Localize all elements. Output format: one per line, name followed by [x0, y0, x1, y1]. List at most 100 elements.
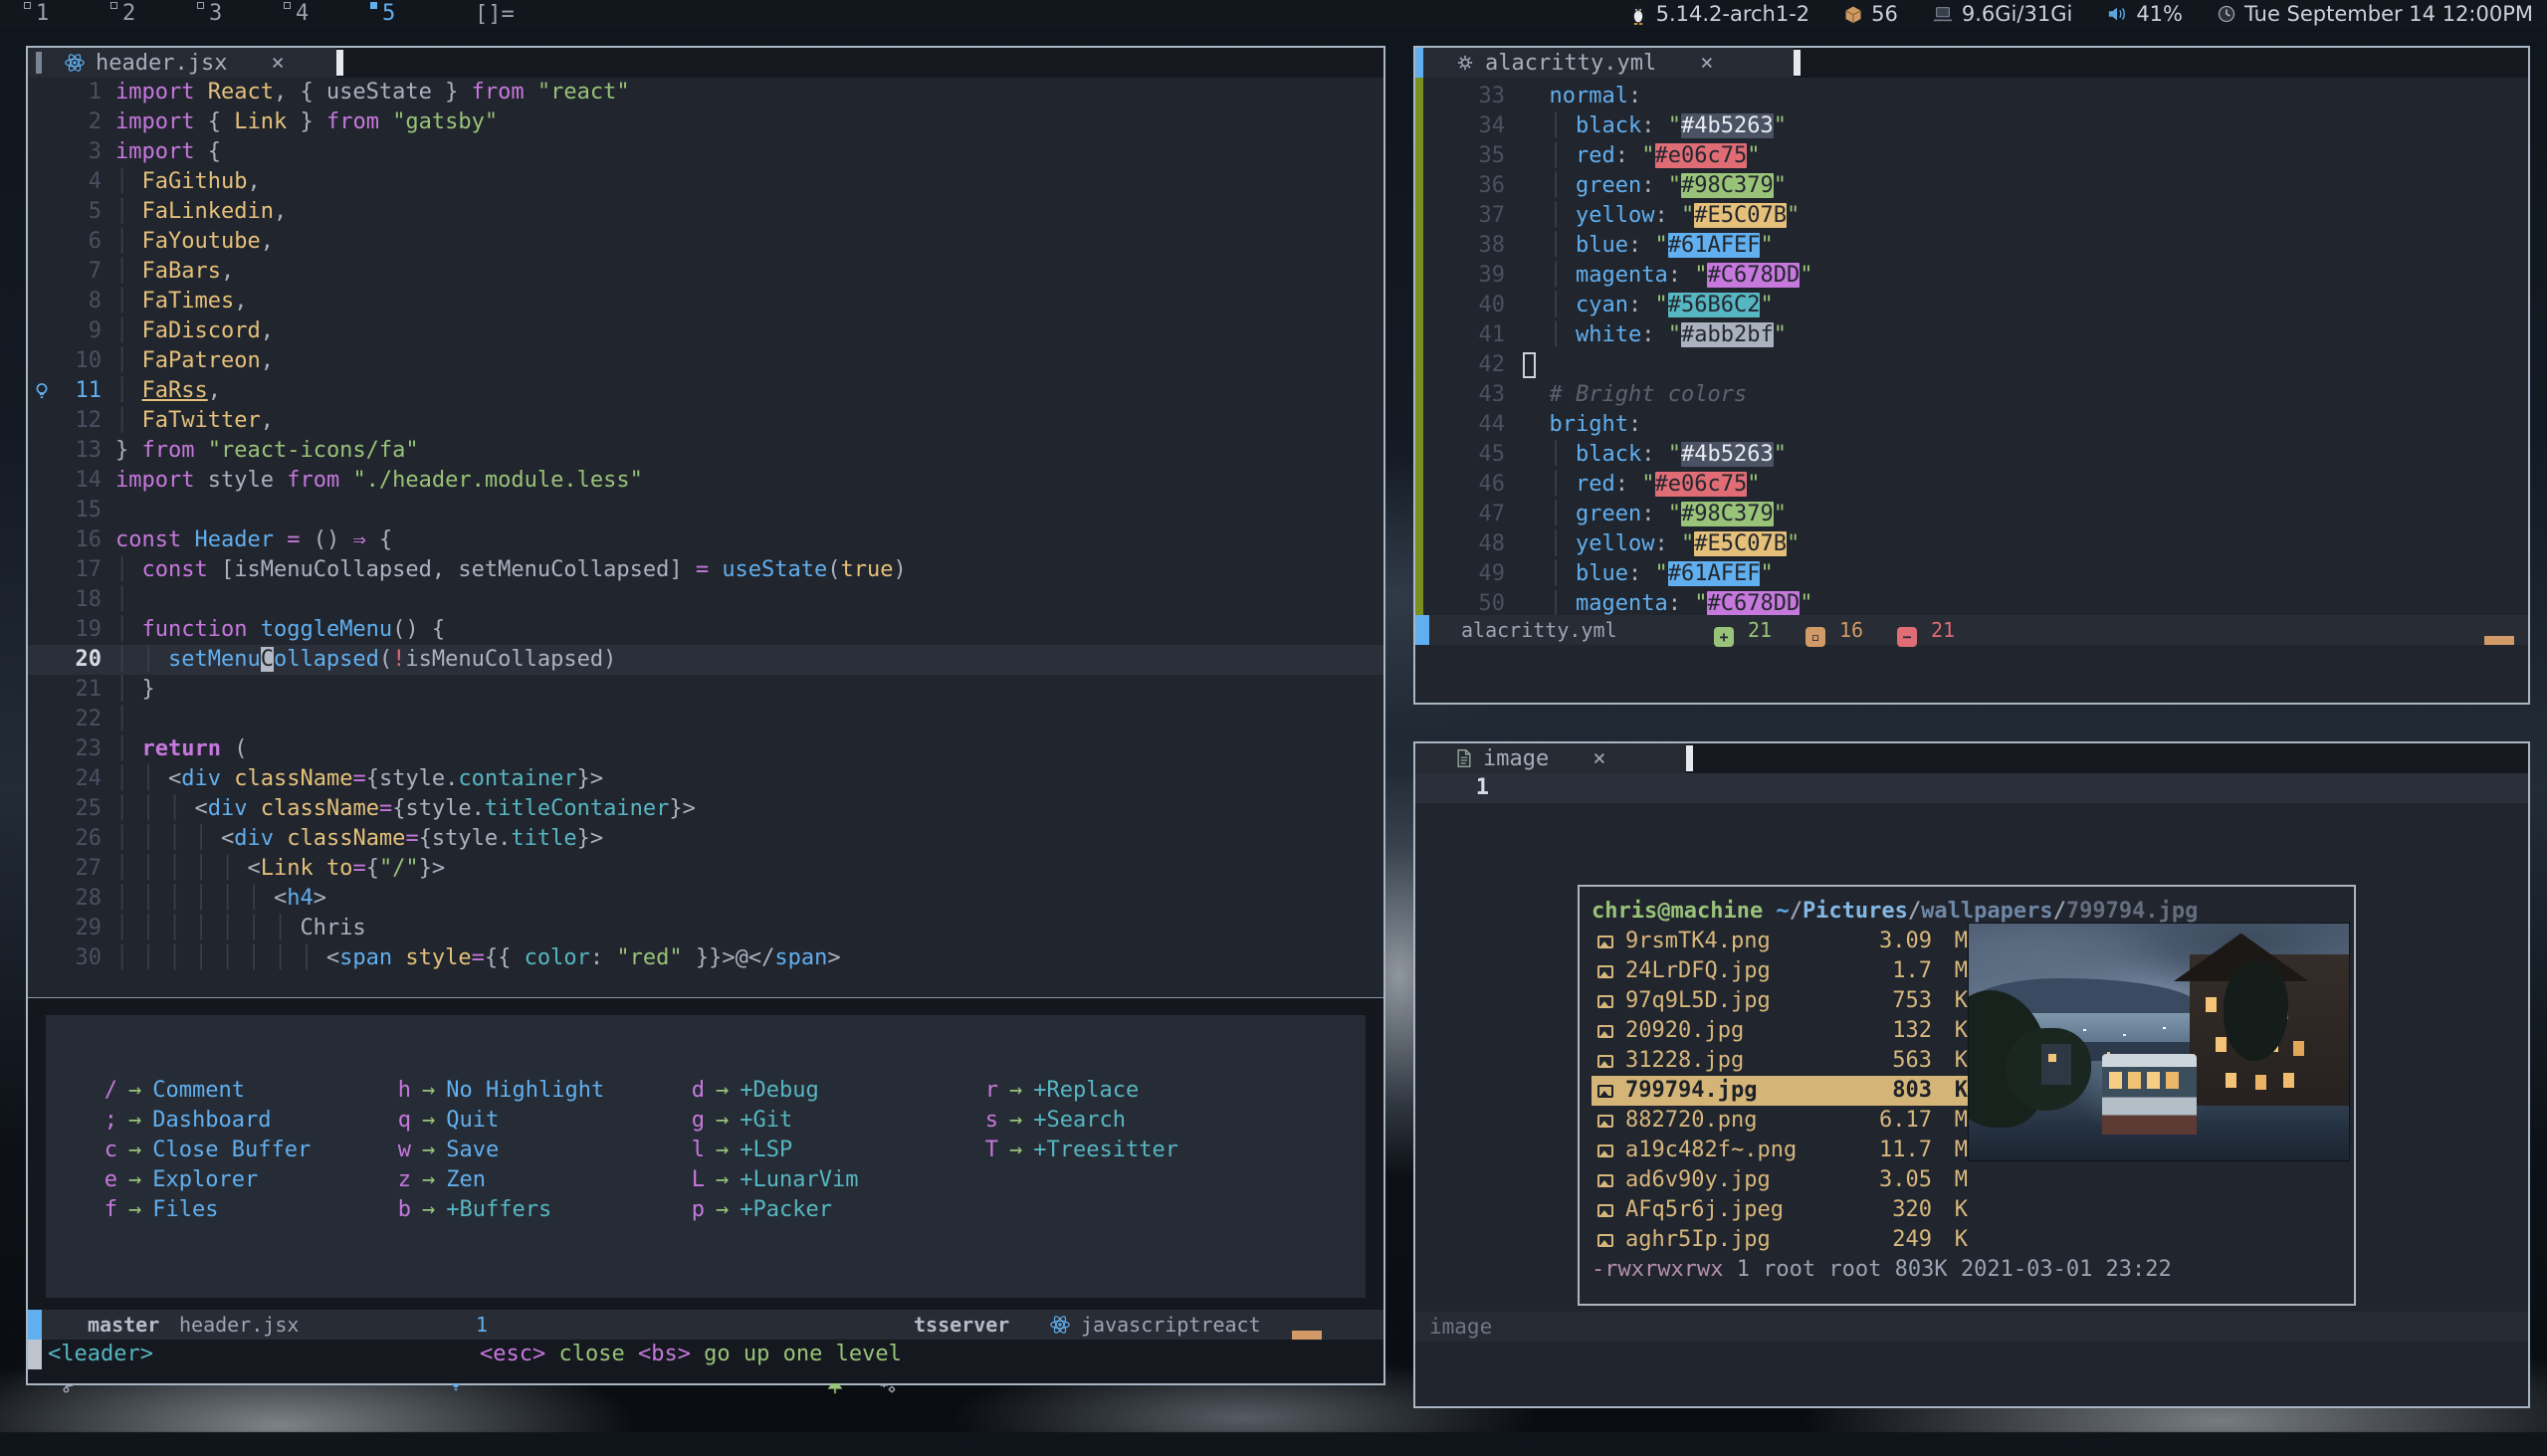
- which-key-popup: /→Comment;→Dashboardc→Close Buffere→Expl…: [28, 997, 1383, 1310]
- tab-close-icon[interactable]: ×: [271, 51, 284, 76]
- code-line-10[interactable]: 10│ FaPatreon,: [28, 346, 1383, 376]
- tab-alacritty-yml[interactable]: alacritty.yml ×: [1415, 48, 1794, 78]
- code-line-22[interactable]: 22│: [28, 705, 1383, 734]
- scroll-progress-bar[interactable]: [2484, 636, 2514, 645]
- image-file-icon: [1597, 1085, 1613, 1098]
- code-line-9[interactable]: 9│ FaDiscord,: [28, 316, 1383, 346]
- code-line-3[interactable]: 3import {: [28, 137, 1383, 167]
- which-key-item-Save[interactable]: w→Save: [397, 1136, 604, 1165]
- which-key-item-Dashboard[interactable]: ;→Dashboard: [104, 1106, 311, 1136]
- code-line-41[interactable]: 41 │ white: "#abb2bf": [1415, 320, 2528, 350]
- code-line-49[interactable]: 49 │ blue: "#61AFEF": [1415, 559, 2528, 589]
- code-line-34[interactable]: 34 │ black: "#4b5263": [1415, 111, 2528, 141]
- file-row-20920.jpg[interactable]: 20920.jpg132K: [1592, 1016, 1968, 1046]
- which-key-item-No Highlight[interactable]: h→No Highlight: [397, 1076, 604, 1106]
- workspace-4[interactable]: 4: [284, 0, 370, 28]
- file-row-799794.jpg[interactable]: 799794.jpg803K: [1592, 1076, 1968, 1106]
- which-key-item-Explorer[interactable]: e→Explorer: [104, 1165, 311, 1195]
- system-tray: 5.14.2-arch1-2 56 9.6Gi/31Gi 41% Tue Sep…: [1628, 2, 2547, 26]
- code-line-30[interactable]: 30│ │ │ │ │ │ │ │ <span style={{ color: …: [28, 943, 1383, 973]
- which-key-item-+Debug[interactable]: d→+Debug: [691, 1076, 858, 1106]
- code-line-1[interactable]: 1import React, { useState } from "react": [28, 78, 1383, 107]
- scroll-progress-bar[interactable]: [1292, 1331, 1322, 1340]
- code-line-39[interactable]: 39 │ magenta: "#C678DD": [1415, 261, 2528, 291]
- buffer-alacritty-yml: 33 normal:34 │ black: "#4b5263"35 │ red:…: [1415, 78, 2528, 615]
- code-line-45[interactable]: 45 │ black: "#4b5263": [1415, 440, 2528, 470]
- code-line-19[interactable]: 19│ function toggleMenu() {: [28, 615, 1383, 645]
- which-key-panel: /→Comment;→Dashboardc→Close Buffere→Expl…: [46, 1015, 1366, 1298]
- which-key-item-Files[interactable]: f→Files: [104, 1195, 311, 1225]
- workspace-2[interactable]: 2: [110, 0, 197, 28]
- code-line-27[interactable]: 27│ │ │ │ │ <Link to={"/"}>: [28, 854, 1383, 884]
- file-row-97q9L5D.jpg[interactable]: 97q9L5D.jpg753K: [1592, 986, 1968, 1016]
- which-key-item-+LSP[interactable]: l→+LSP: [691, 1136, 858, 1165]
- code-line-48[interactable]: 48 │ yellow: "#E5C07B": [1415, 529, 2528, 559]
- code-line-2[interactable]: 2import { Link } from "gatsby": [28, 107, 1383, 137]
- code-line-16[interactable]: 16const Header = () ⇒ {: [28, 525, 1383, 555]
- tab-close-icon[interactable]: ×: [1700, 51, 1713, 76]
- code-line-50[interactable]: 50 │ magenta: "#C678DD": [1415, 589, 2528, 615]
- file-row-aghr5Ip.jpg[interactable]: aghr5Ip.jpg249K: [1592, 1225, 1968, 1255]
- tab-close-icon[interactable]: ×: [1592, 746, 1605, 771]
- file-info-line: -rwxrwxrwx 1 root root 803K 2021-03-01 2…: [1592, 1255, 2342, 1285]
- code-line-20[interactable]: 20│ │ setMenuCollapsed(!isMenuCollapsed): [28, 645, 1383, 675]
- code-line-5[interactable]: 5│ FaLinkedin,: [28, 197, 1383, 227]
- which-key-item-Quit[interactable]: q→Quit: [397, 1106, 604, 1136]
- workspace-5[interactable]: 5: [370, 0, 457, 28]
- code-line-38[interactable]: 38 │ blue: "#61AFEF": [1415, 231, 2528, 261]
- which-key-item-Close Buffer[interactable]: c→Close Buffer: [104, 1136, 311, 1165]
- statusline-filename: header.jsx: [179, 1310, 299, 1340]
- code-line-1[interactable]: 1: [1415, 773, 2528, 803]
- code-line-21[interactable]: 21│ }: [28, 675, 1383, 705]
- which-key-item-+Git[interactable]: g→+Git: [691, 1106, 858, 1136]
- code-line-37[interactable]: 37 │ yellow: "#E5C07B": [1415, 201, 2528, 231]
- which-key-item-+Packer[interactable]: p→+Packer: [691, 1195, 858, 1225]
- code-line-42[interactable]: 42: [1415, 350, 2528, 380]
- which-key-item-+LunarVim[interactable]: L→+LunarVim: [691, 1165, 858, 1195]
- code-line-25[interactable]: 25│ │ │ <div className={style.titleConta…: [28, 794, 1383, 824]
- code-line-18[interactable]: 18│: [28, 585, 1383, 615]
- which-key-item-+Treesitter[interactable]: T→+Treesitter: [984, 1136, 1178, 1165]
- code-line-4[interactable]: 4│ FaGithub,: [28, 167, 1383, 197]
- code-line-46[interactable]: 46 │ red: "#e06c75": [1415, 470, 2528, 500]
- workspace-1[interactable]: 1: [24, 0, 110, 28]
- which-key-item-Comment[interactable]: /→Comment: [104, 1076, 311, 1106]
- which-key-item-+Replace[interactable]: r→+Replace: [984, 1076, 1178, 1106]
- code-line-33[interactable]: 33 normal:: [1415, 82, 2528, 111]
- code-line-7[interactable]: 7│ FaBars,: [28, 257, 1383, 287]
- code-line-13[interactable]: 13} from "react-icons/fa": [28, 436, 1383, 466]
- code-line-17[interactable]: 17│ const [isMenuCollapsed, setMenuColla…: [28, 555, 1383, 585]
- code-line-26[interactable]: 26│ │ │ │ <div className={style.title}>: [28, 824, 1383, 854]
- file-row-9rsmTK4.png[interactable]: 9rsmTK4.png3.09M: [1592, 927, 1968, 956]
- code-line-15[interactable]: 15: [28, 496, 1383, 525]
- code-line-24[interactable]: 24│ │ <div className={style.container}>: [28, 764, 1383, 794]
- workspace-3[interactable]: 3: [197, 0, 284, 28]
- which-key-item-+Search[interactable]: s→+Search: [984, 1106, 1178, 1136]
- code-line-44[interactable]: 44 bright:: [1415, 410, 2528, 440]
- code-line-11[interactable]: 11│ FaRss,: [28, 376, 1383, 406]
- which-key-item-Zen[interactable]: z→Zen: [397, 1165, 604, 1195]
- file-row-ad6v90y.jpg[interactable]: ad6v90y.jpg3.05M: [1592, 1165, 1968, 1195]
- code-line-28[interactable]: 28│ │ │ │ │ │ <h4>: [28, 884, 1383, 914]
- code-line-6[interactable]: 6│ FaYoutube,: [28, 227, 1383, 257]
- code-line-29[interactable]: 29│ │ │ │ │ │ │ Chris: [28, 914, 1383, 943]
- code-line-36[interactable]: 36 │ green: "#98C379": [1415, 171, 2528, 201]
- file-row-24LrDFQ.jpg[interactable]: 24LrDFQ.jpg1.7M: [1592, 956, 1968, 986]
- file-row-31228.jpg[interactable]: 31228.jpg563K: [1592, 1046, 1968, 1076]
- tab-header-jsx[interactable]: header.jsx ×: [28, 48, 336, 78]
- bs-hint-key: <bs>: [638, 1342, 691, 1366]
- code-line-14[interactable]: 14import style from "./header.module.les…: [28, 466, 1383, 496]
- image-file-icon: [1597, 1234, 1613, 1247]
- tab-image[interactable]: image ×: [1415, 743, 1686, 773]
- code-line-43[interactable]: 43 # Bright colors: [1415, 380, 2528, 410]
- code-line-8[interactable]: 8│ FaTimes,: [28, 287, 1383, 316]
- which-key-item-+Buffers[interactable]: b→+Buffers: [397, 1195, 604, 1225]
- code-line-35[interactable]: 35 │ red: "#e06c75": [1415, 141, 2528, 171]
- code-line-47[interactable]: 47 │ green: "#98C379": [1415, 500, 2528, 529]
- code-line-40[interactable]: 40 │ cyan: "#56B6C2": [1415, 291, 2528, 320]
- file-row-AFq5r6j.jpeg[interactable]: AFq5r6j.jpeg320K: [1592, 1195, 1968, 1225]
- code-line-12[interactable]: 12│ FaTwitter,: [28, 406, 1383, 436]
- file-row-882720.png[interactable]: 882720.png6.17M: [1592, 1106, 1968, 1136]
- file-row-a19c482f~.png[interactable]: a19c482f~.png11.7M: [1592, 1136, 1968, 1165]
- code-line-23[interactable]: 23│ return (: [28, 734, 1383, 764]
